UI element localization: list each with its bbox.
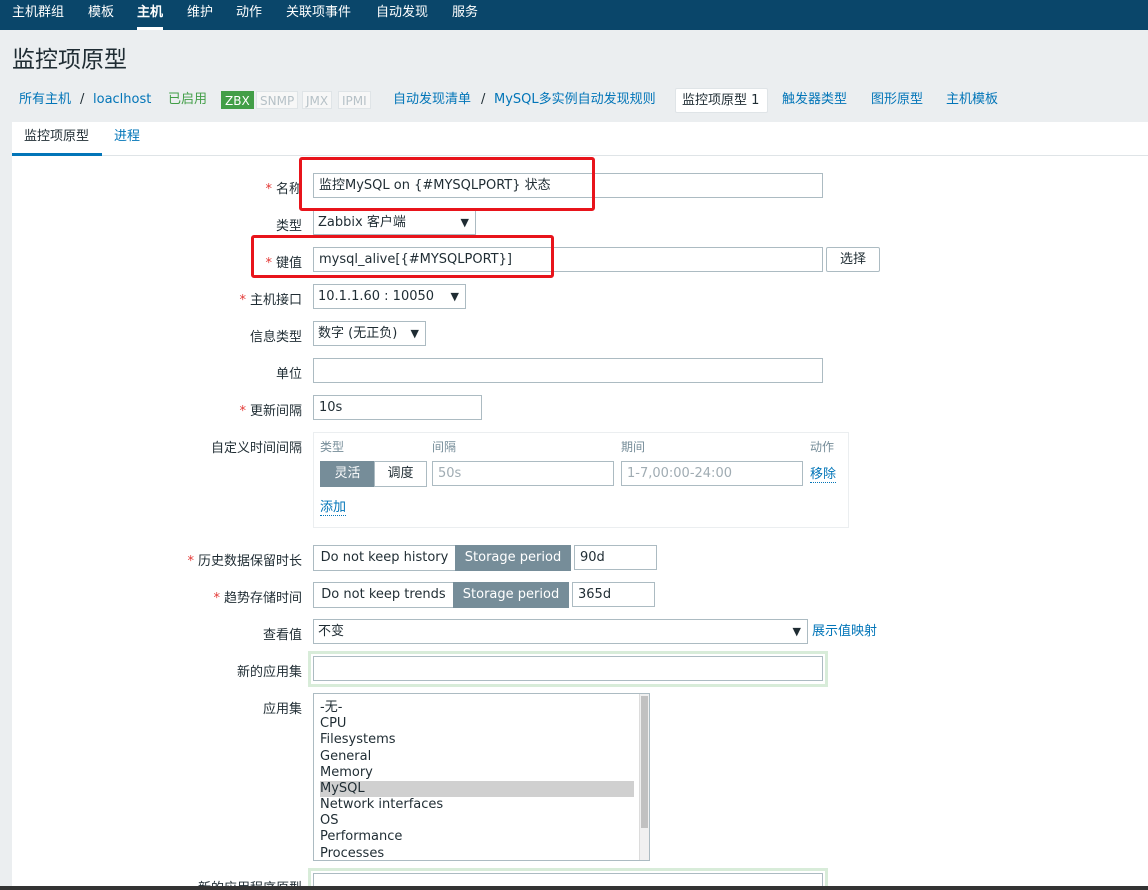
column-header-interval: 间隔 bbox=[432, 440, 457, 454]
name-label: * 名称 bbox=[265, 182, 302, 197]
interface-label: * 主机接口 bbox=[239, 293, 302, 308]
nav-event-correlation[interactable]: 关联项事件 bbox=[286, 0, 351, 30]
breadcrumb-host-templates[interactable]: 主机模板 bbox=[946, 92, 998, 108]
show-value-select[interactable]: 不变 ▼ bbox=[313, 619, 808, 644]
interface-select[interactable]: 10.1.1.60 : 10050 ▼ bbox=[313, 284, 466, 309]
nav-maintenance[interactable]: 维护 bbox=[187, 0, 213, 30]
application-option[interactable]: OS bbox=[320, 813, 634, 829]
breadcrumb-host[interactable]: loaclhost bbox=[93, 92, 151, 108]
info-type-label: 信息类型 bbox=[249, 330, 302, 345]
nav-discovery[interactable]: 自动发现 bbox=[376, 0, 428, 30]
application-option[interactable]: CPU bbox=[320, 716, 634, 732]
update-interval-label: * 更新间隔 bbox=[239, 404, 302, 419]
trends-do-not-keep-toggle[interactable]: Do not keep trends bbox=[313, 582, 454, 608]
tab-item-prototype[interactable]: 监控项原型 bbox=[12, 122, 102, 156]
chevron-down-icon: ▼ bbox=[792, 625, 801, 638]
update-interval-input[interactable]: 10s bbox=[313, 395, 482, 420]
top-nav: 主机群组 模板 主机 维护 动作 关联项事件 自动发现 服务 bbox=[0, 0, 1148, 30]
breadcrumb-discovery-rule[interactable]: MySQL多实例自动发现规则 bbox=[494, 92, 656, 108]
snmp-availability-badge: SNMP bbox=[256, 91, 299, 109]
remove-interval-link[interactable]: 移除 bbox=[810, 467, 837, 483]
breadcrumb-separator: / bbox=[80, 92, 85, 107]
trends-period-input[interactable]: 365d bbox=[572, 582, 655, 607]
applications-label: 应用集 bbox=[262, 702, 302, 717]
show-value-mapping-link[interactable]: 展示值映射 bbox=[812, 624, 877, 639]
application-option[interactable]: Performance bbox=[320, 829, 634, 845]
nav-templates[interactable]: 模板 bbox=[88, 0, 114, 30]
breadcrumb-trigger-prototypes[interactable]: 触发器类型 bbox=[782, 92, 847, 108]
new-application-label: 新的应用集 bbox=[236, 665, 302, 680]
application-option-selected[interactable]: MySQL bbox=[320, 781, 634, 797]
trends-label: * 趋势存储时间 bbox=[213, 591, 302, 606]
application-option[interactable]: -无- bbox=[320, 700, 634, 716]
breadcrumb-all-hosts[interactable]: 所有主机 bbox=[19, 92, 71, 108]
history-period-input[interactable]: 90d bbox=[574, 545, 657, 570]
form-tabs: 监控项原型 进程 bbox=[12, 122, 1148, 156]
application-option[interactable]: General bbox=[320, 749, 634, 765]
key-select-button[interactable]: 选择 bbox=[826, 247, 880, 272]
application-option[interactable]: Memory bbox=[320, 765, 634, 781]
listbox-scrollbar[interactable] bbox=[639, 694, 649, 860]
breadcrumb-separator: / bbox=[481, 92, 486, 107]
interval-flexible-toggle[interactable]: 灵活 bbox=[320, 461, 375, 487]
unit-label: 单位 bbox=[275, 367, 302, 382]
application-option[interactable]: Network interfaces bbox=[320, 797, 634, 813]
trends-storage-period-toggle[interactable]: Storage period bbox=[453, 582, 569, 608]
type-select[interactable]: Zabbix 客户端 ▼ bbox=[313, 210, 476, 235]
host-status-enabled[interactable]: 已启用 bbox=[168, 92, 207, 108]
nav-services[interactable]: 服务 bbox=[452, 0, 478, 30]
annotation-highlight-key bbox=[251, 235, 554, 278]
nav-hosts[interactable]: 主机 bbox=[137, 0, 164, 30]
application-option[interactable]: Processes bbox=[320, 846, 634, 860]
breadcrumb-discovery-list[interactable]: 自动发现清单 bbox=[393, 92, 471, 108]
column-header-period: 期间 bbox=[621, 440, 646, 454]
tab-process[interactable]: 进程 bbox=[114, 122, 140, 156]
window-bottom-edge bbox=[0, 886, 1148, 890]
interval-input[interactable]: 50s bbox=[432, 461, 614, 486]
history-do-not-keep-toggle[interactable]: Do not keep history bbox=[313, 545, 456, 571]
nav-host-groups[interactable]: 主机群组 bbox=[12, 0, 64, 30]
column-header-action: 动作 bbox=[810, 440, 835, 454]
scrollbar-thumb[interactable] bbox=[641, 696, 648, 828]
type-label: 类型 bbox=[275, 219, 302, 234]
jmx-availability-badge: JMX bbox=[302, 91, 333, 109]
custom-intervals-label: 自定义时间间隔 bbox=[210, 441, 302, 456]
breadcrumb-graph-prototypes[interactable]: 图形原型 bbox=[871, 92, 923, 108]
applications-listbox[interactable]: -无- CPU Filesystems General Memory MySQL… bbox=[313, 693, 650, 861]
column-header-type: 类型 bbox=[320, 440, 345, 454]
breadcrumb-item-prototypes[interactable]: 监控项原型 1 bbox=[675, 88, 768, 113]
history-storage-period-toggle[interactable]: Storage period bbox=[455, 545, 571, 571]
new-application-input[interactable] bbox=[313, 656, 823, 681]
period-input[interactable]: 1-7,00:00-24:00 bbox=[621, 461, 803, 486]
ipmi-availability-badge: IPMI bbox=[338, 91, 371, 109]
application-option[interactable]: Filesystems bbox=[320, 732, 634, 748]
chevron-down-icon: ▼ bbox=[410, 327, 419, 340]
unit-input[interactable] bbox=[313, 358, 823, 383]
info-type-select[interactable]: 数字 (无正负) ▼ bbox=[313, 321, 426, 346]
annotation-highlight-name bbox=[299, 157, 595, 211]
interval-scheduling-toggle[interactable]: 调度 bbox=[374, 461, 427, 487]
zbx-availability-badge: ZBX bbox=[221, 91, 254, 109]
nav-actions[interactable]: 动作 bbox=[236, 0, 262, 30]
add-interval-link[interactable]: 添加 bbox=[320, 500, 347, 516]
show-value-label: 查看值 bbox=[262, 628, 302, 643]
page-title: 监控项原型 bbox=[12, 47, 127, 73]
chevron-down-icon: ▼ bbox=[450, 290, 459, 303]
chevron-down-icon: ▼ bbox=[460, 216, 469, 229]
history-label: * 历史数据保留时长 bbox=[187, 554, 302, 569]
